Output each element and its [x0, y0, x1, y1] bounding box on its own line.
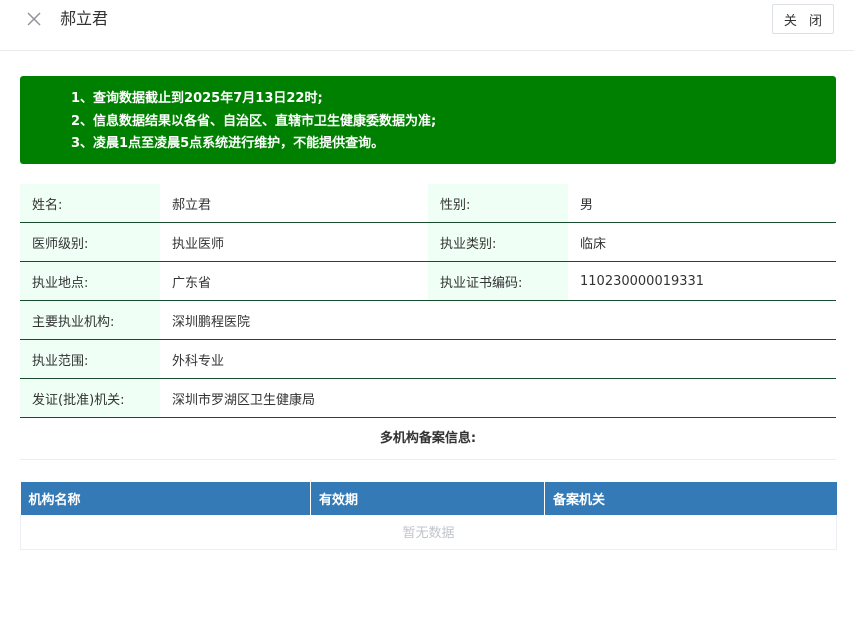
- notice-banner: 1、查询数据截止到2025年7月13日22时; 2、信息数据结果以各省、自治区、…: [20, 76, 836, 164]
- institution-value: 深圳鹏程医院: [160, 300, 836, 340]
- column-header-authority[interactable]: 备案机关: [544, 482, 837, 515]
- location-label: 执业地点:: [20, 261, 160, 301]
- scope-value: 外科专业: [160, 339, 836, 379]
- info-row: 执业范围: 外科专业: [20, 339, 836, 379]
- info-row: 执业地点: 广东省 执业证书编码: 110230000019331: [20, 261, 836, 301]
- notice-line-2: 2、信息数据结果以各省、自治区、直辖市卫生健康委数据为准;: [71, 113, 437, 129]
- close-x-icon[interactable]: [26, 11, 42, 27]
- empty-text: 暂无数据: [20, 514, 837, 550]
- issuer-label: 发证(批准)机关:: [20, 378, 160, 418]
- notice-line-3: 3、凌晨1点至凌晨5点系统进行维护，不能提供查询。: [71, 136, 385, 151]
- info-row: 发证(批准)机关: 深圳市罗湖区卫生健康局: [20, 378, 836, 418]
- name-value: 郝立君: [160, 184, 428, 223]
- notice-line-1: 1、查询数据截止到2025年7月13日22时;: [71, 91, 323, 106]
- gender-value: 男: [568, 184, 836, 223]
- close-button[interactable]: 关 闭: [772, 4, 834, 34]
- dialog-header: 郝立君 关 闭: [0, 0, 854, 51]
- level-label: 医师级别:: [20, 222, 160, 262]
- institution-label: 主要执业机构:: [20, 300, 160, 340]
- doctor-info-table: 姓名: 郝立君 性别: 男 医师级别: 执业医师 执业类别: 临床 执业地点: …: [20, 184, 836, 418]
- empty-row: 暂无数据: [20, 514, 837, 550]
- issuer-value: 深圳市罗湖区卫生健康局: [160, 378, 836, 418]
- location-value: 广东省: [160, 261, 428, 301]
- level-value: 执业医师: [160, 222, 428, 262]
- info-row: 主要执业机构: 深圳鹏程医院: [20, 300, 836, 340]
- scope-label: 执业范围:: [20, 339, 160, 379]
- category-value: 临床: [568, 222, 836, 262]
- dialog-title: 郝立君: [60, 9, 109, 28]
- records-table: 机构名称 有效期 备案机关 暂无数据: [20, 482, 837, 550]
- gender-label: 性别:: [428, 184, 568, 223]
- column-header-validity[interactable]: 有效期: [310, 482, 545, 515]
- column-header-institution[interactable]: 机构名称: [20, 482, 311, 515]
- info-row: 医师级别: 执业医师 执业类别: 临床: [20, 222, 836, 262]
- name-label: 姓名:: [20, 184, 160, 223]
- cert-value: 110230000019331: [568, 261, 836, 301]
- records-section-title: 多机构备案信息:: [20, 418, 836, 460]
- cert-label: 执业证书编码:: [428, 261, 568, 301]
- records-header-row: 机构名称 有效期 备案机关: [20, 482, 837, 515]
- info-row: 姓名: 郝立君 性别: 男: [20, 184, 836, 223]
- category-label: 执业类别:: [428, 222, 568, 262]
